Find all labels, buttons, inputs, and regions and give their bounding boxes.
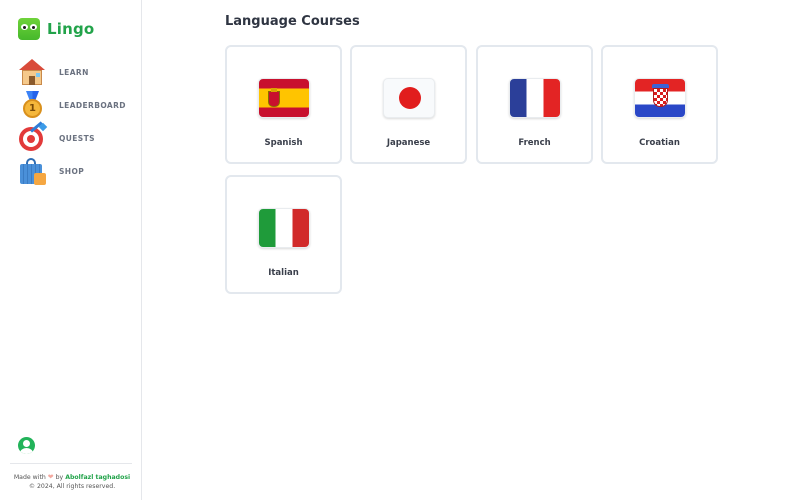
course-name: Spanish [264, 138, 303, 148]
footer-divider [10, 463, 132, 464]
sidebar-item-shop[interactable]: SHOP [18, 155, 136, 188]
course-card-japanese[interactable]: Japanese [350, 45, 467, 164]
sidebar-item-label: LEADERBOARD [59, 101, 126, 110]
footer-author-link[interactable]: Abolfazl taghadosi [65, 474, 130, 481]
sidebar: Lingo LEARN 1 LEADERBOARD QUESTS SHOP Ma… [0, 0, 142, 500]
medal-icon: 1 [18, 91, 47, 120]
course-card-french[interactable]: French [476, 45, 593, 164]
footer: Made with ❤ by Abolfazl taghadosi © 2024… [8, 473, 136, 491]
user-avatar-icon[interactable] [18, 437, 35, 454]
sidebar-item-learn[interactable]: LEARN [18, 56, 136, 89]
house-icon [18, 58, 47, 87]
course-name: Italian [268, 268, 299, 278]
japan-flag-icon [383, 78, 435, 118]
sidebar-item-leaderboard[interactable]: 1 LEADERBOARD [18, 89, 136, 122]
heart-icon: ❤ [47, 473, 54, 481]
footer-made-with: Made with [13, 474, 46, 481]
course-card-croatian[interactable]: Croatian [601, 45, 718, 164]
italy-flag-icon [258, 208, 310, 248]
course-card-italian[interactable]: Italian [225, 175, 342, 294]
sidebar-item-quests[interactable]: QUESTS [18, 121, 136, 155]
course-name: Japanese [386, 138, 431, 148]
target-icon [18, 121, 48, 153]
course-card-spanish[interactable]: Spanish [225, 45, 342, 164]
footer-by: by [55, 474, 64, 481]
croatia-flag-icon [634, 78, 686, 118]
page-title: Language Courses [225, 14, 360, 29]
footer-credit: Made with ❤ by Abolfazl taghadosi [8, 473, 136, 482]
logo-icon [18, 18, 40, 40]
brand[interactable]: Lingo [18, 18, 94, 40]
spain-flag-icon [258, 78, 310, 118]
course-name: Croatian [639, 138, 680, 148]
course-name: French [518, 138, 551, 148]
brand-name: Lingo [47, 20, 95, 38]
footer-copyright: © 2024, All rights reserved. [28, 483, 116, 490]
sidebar-item-label: QUESTS [59, 134, 95, 143]
sidebar-item-label: SHOP [59, 167, 85, 176]
sidebar-nav: LEARN 1 LEADERBOARD QUESTS SHOP [18, 56, 136, 188]
sidebar-item-label: LEARN [59, 68, 89, 77]
shopping-bag-icon [18, 157, 47, 186]
france-flag-icon [509, 78, 561, 118]
